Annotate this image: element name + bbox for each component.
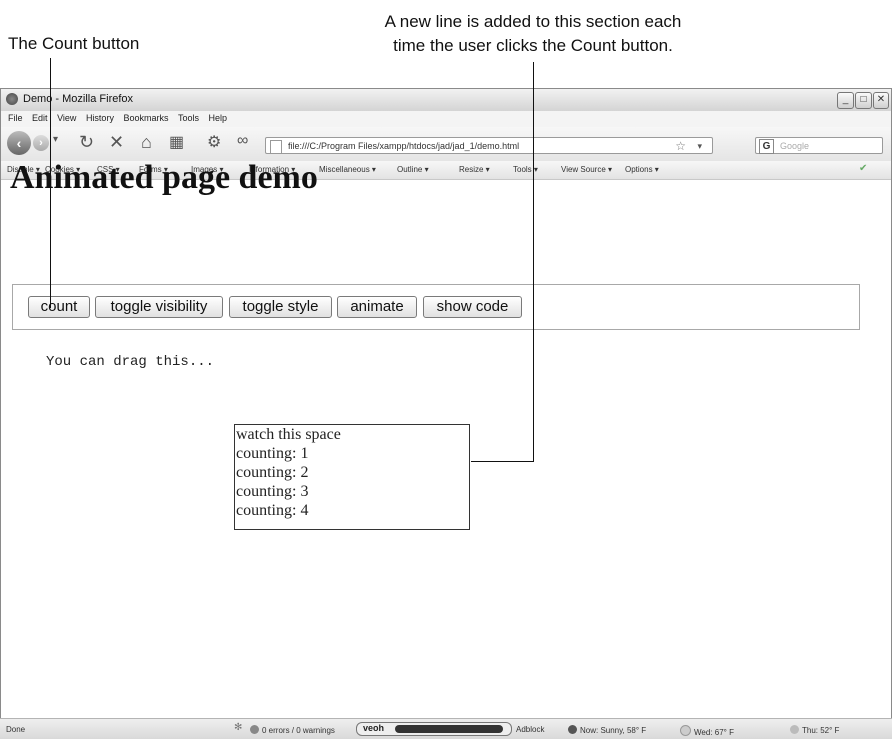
counting-line: counting: 3 — [236, 483, 309, 500]
watch-line: watch this space — [236, 426, 341, 443]
counting-line: counting: 4 — [236, 502, 309, 519]
dev-tools[interactable]: Tools ▾ — [513, 165, 538, 174]
history-dropdown-icon[interactable]: ▾ — [53, 134, 58, 145]
callout-right-connector — [471, 461, 534, 462]
cloud-icon — [790, 725, 799, 734]
callout-new-line-1: A new line is added to this section each — [384, 12, 682, 31]
maximize-button[interactable]: □ — [855, 92, 872, 109]
weather-thu-text: Thu: 52° F — [802, 726, 840, 735]
draggable-text[interactable]: You can drag this... — [46, 354, 214, 370]
minimize-button[interactable]: _ — [837, 92, 854, 109]
menu-help[interactable]: Help — [209, 113, 228, 123]
bookmark-add-icon[interactable]: ▦ — [169, 132, 184, 152]
search-engine-icon[interactable]: G — [759, 139, 774, 154]
menu-history[interactable]: History — [86, 113, 114, 123]
callout-right-line — [533, 62, 534, 462]
back-icon[interactable]: ‹ — [7, 131, 31, 155]
search-placeholder: Google — [780, 141, 810, 151]
menu-bar: File Edit View History Bookmarks Tools H… — [1, 111, 891, 127]
dev-miscellaneous[interactable]: Miscellaneous ▾ — [319, 165, 376, 174]
window-title: Demo - Mozilla Firefox — [23, 93, 134, 105]
menu-edit[interactable]: Edit — [32, 113, 48, 123]
firefox-icon — [6, 93, 18, 105]
plugin-icon[interactable]: ✻ — [234, 722, 242, 733]
error-status-icon — [250, 725, 259, 734]
show-code-button[interactable]: show code — [423, 296, 522, 318]
animate-button[interactable]: animate — [337, 296, 417, 318]
dev-view-source[interactable]: View Source ▾ — [561, 165, 612, 174]
weather-thu[interactable]: Thu: 52° F — [790, 725, 839, 735]
counting-line: counting: 1 — [236, 445, 309, 462]
home-icon[interactable]: ⌂ — [141, 132, 152, 153]
title-bar[interactable]: Demo - Mozilla Firefox _ □ ✕ — [1, 89, 891, 112]
weather-now-text: Now: Sunny, 58° F — [580, 726, 647, 735]
menu-view[interactable]: View — [57, 113, 76, 123]
watch-box: watch this space counting: 1 counting: 2… — [234, 424, 470, 530]
weather-wed-text: Wed: 67° F — [694, 728, 734, 737]
count-button[interactable]: count — [28, 296, 90, 318]
page-icon — [270, 140, 282, 154]
callout-new-line: A new line is added to this section each… — [296, 10, 770, 58]
reload-icon[interactable]: ↻ — [79, 132, 94, 153]
globe-icon — [568, 725, 577, 734]
menu-tools[interactable]: Tools — [178, 113, 199, 123]
search-input[interactable]: G Google ⚲ — [755, 137, 883, 154]
callout-new-line-2: time the user clicks the Count button. — [393, 36, 673, 55]
url-dropdown-icon[interactable]: ▾ — [697, 138, 702, 155]
veoh-progress-icon — [395, 725, 503, 733]
forward-icon[interactable]: › — [33, 135, 49, 151]
error-count-text: 0 errors / 0 warnings — [262, 726, 335, 735]
sun-icon — [680, 725, 691, 736]
dev-resize[interactable]: Resize ▾ — [459, 165, 490, 174]
status-text: Done — [6, 725, 26, 734]
weather-now[interactable]: Now: Sunny, 58° F — [568, 725, 646, 735]
check-icon: ✔ — [859, 163, 868, 174]
toggle-visibility-button[interactable]: toggle visibility — [95, 296, 223, 318]
menu-bookmarks[interactable]: Bookmarks — [123, 113, 168, 123]
veoh-status-widget[interactable]: veoh — [356, 722, 512, 736]
star-icon[interactable]: ☆ — [675, 138, 686, 155]
stop-icon[interactable]: ✕ — [109, 132, 124, 153]
dev-outline[interactable]: Outline ▾ — [397, 165, 429, 174]
dev-options[interactable]: Options ▾ — [625, 165, 659, 174]
weather-wed[interactable]: Wed: 67° F — [680, 725, 734, 737]
menu-file[interactable]: File — [8, 113, 23, 123]
toggle-style-button[interactable]: toggle style — [229, 296, 332, 318]
url-text: file:///C:/Program Files/xampp/htdocs/ja… — [288, 141, 520, 151]
page-title: Animated page demo — [10, 159, 318, 196]
veoh-logo: veoh — [363, 723, 385, 733]
close-button[interactable]: ✕ — [873, 92, 889, 109]
tools-icon[interactable]: ⚙ — [207, 132, 221, 152]
error-console-status[interactable]: 0 errors / 0 warnings — [250, 725, 335, 735]
adblock-status[interactable]: Adblock — [516, 725, 544, 734]
counting-line: counting: 2 — [236, 464, 309, 481]
callout-count-button: The Count button — [8, 34, 140, 53]
callout-left-line — [50, 58, 51, 308]
sync-icon[interactable]: ∞ — [237, 132, 248, 150]
url-input[interactable]: file:///C:/Program Files/xampp/htdocs/ja… — [265, 137, 713, 154]
